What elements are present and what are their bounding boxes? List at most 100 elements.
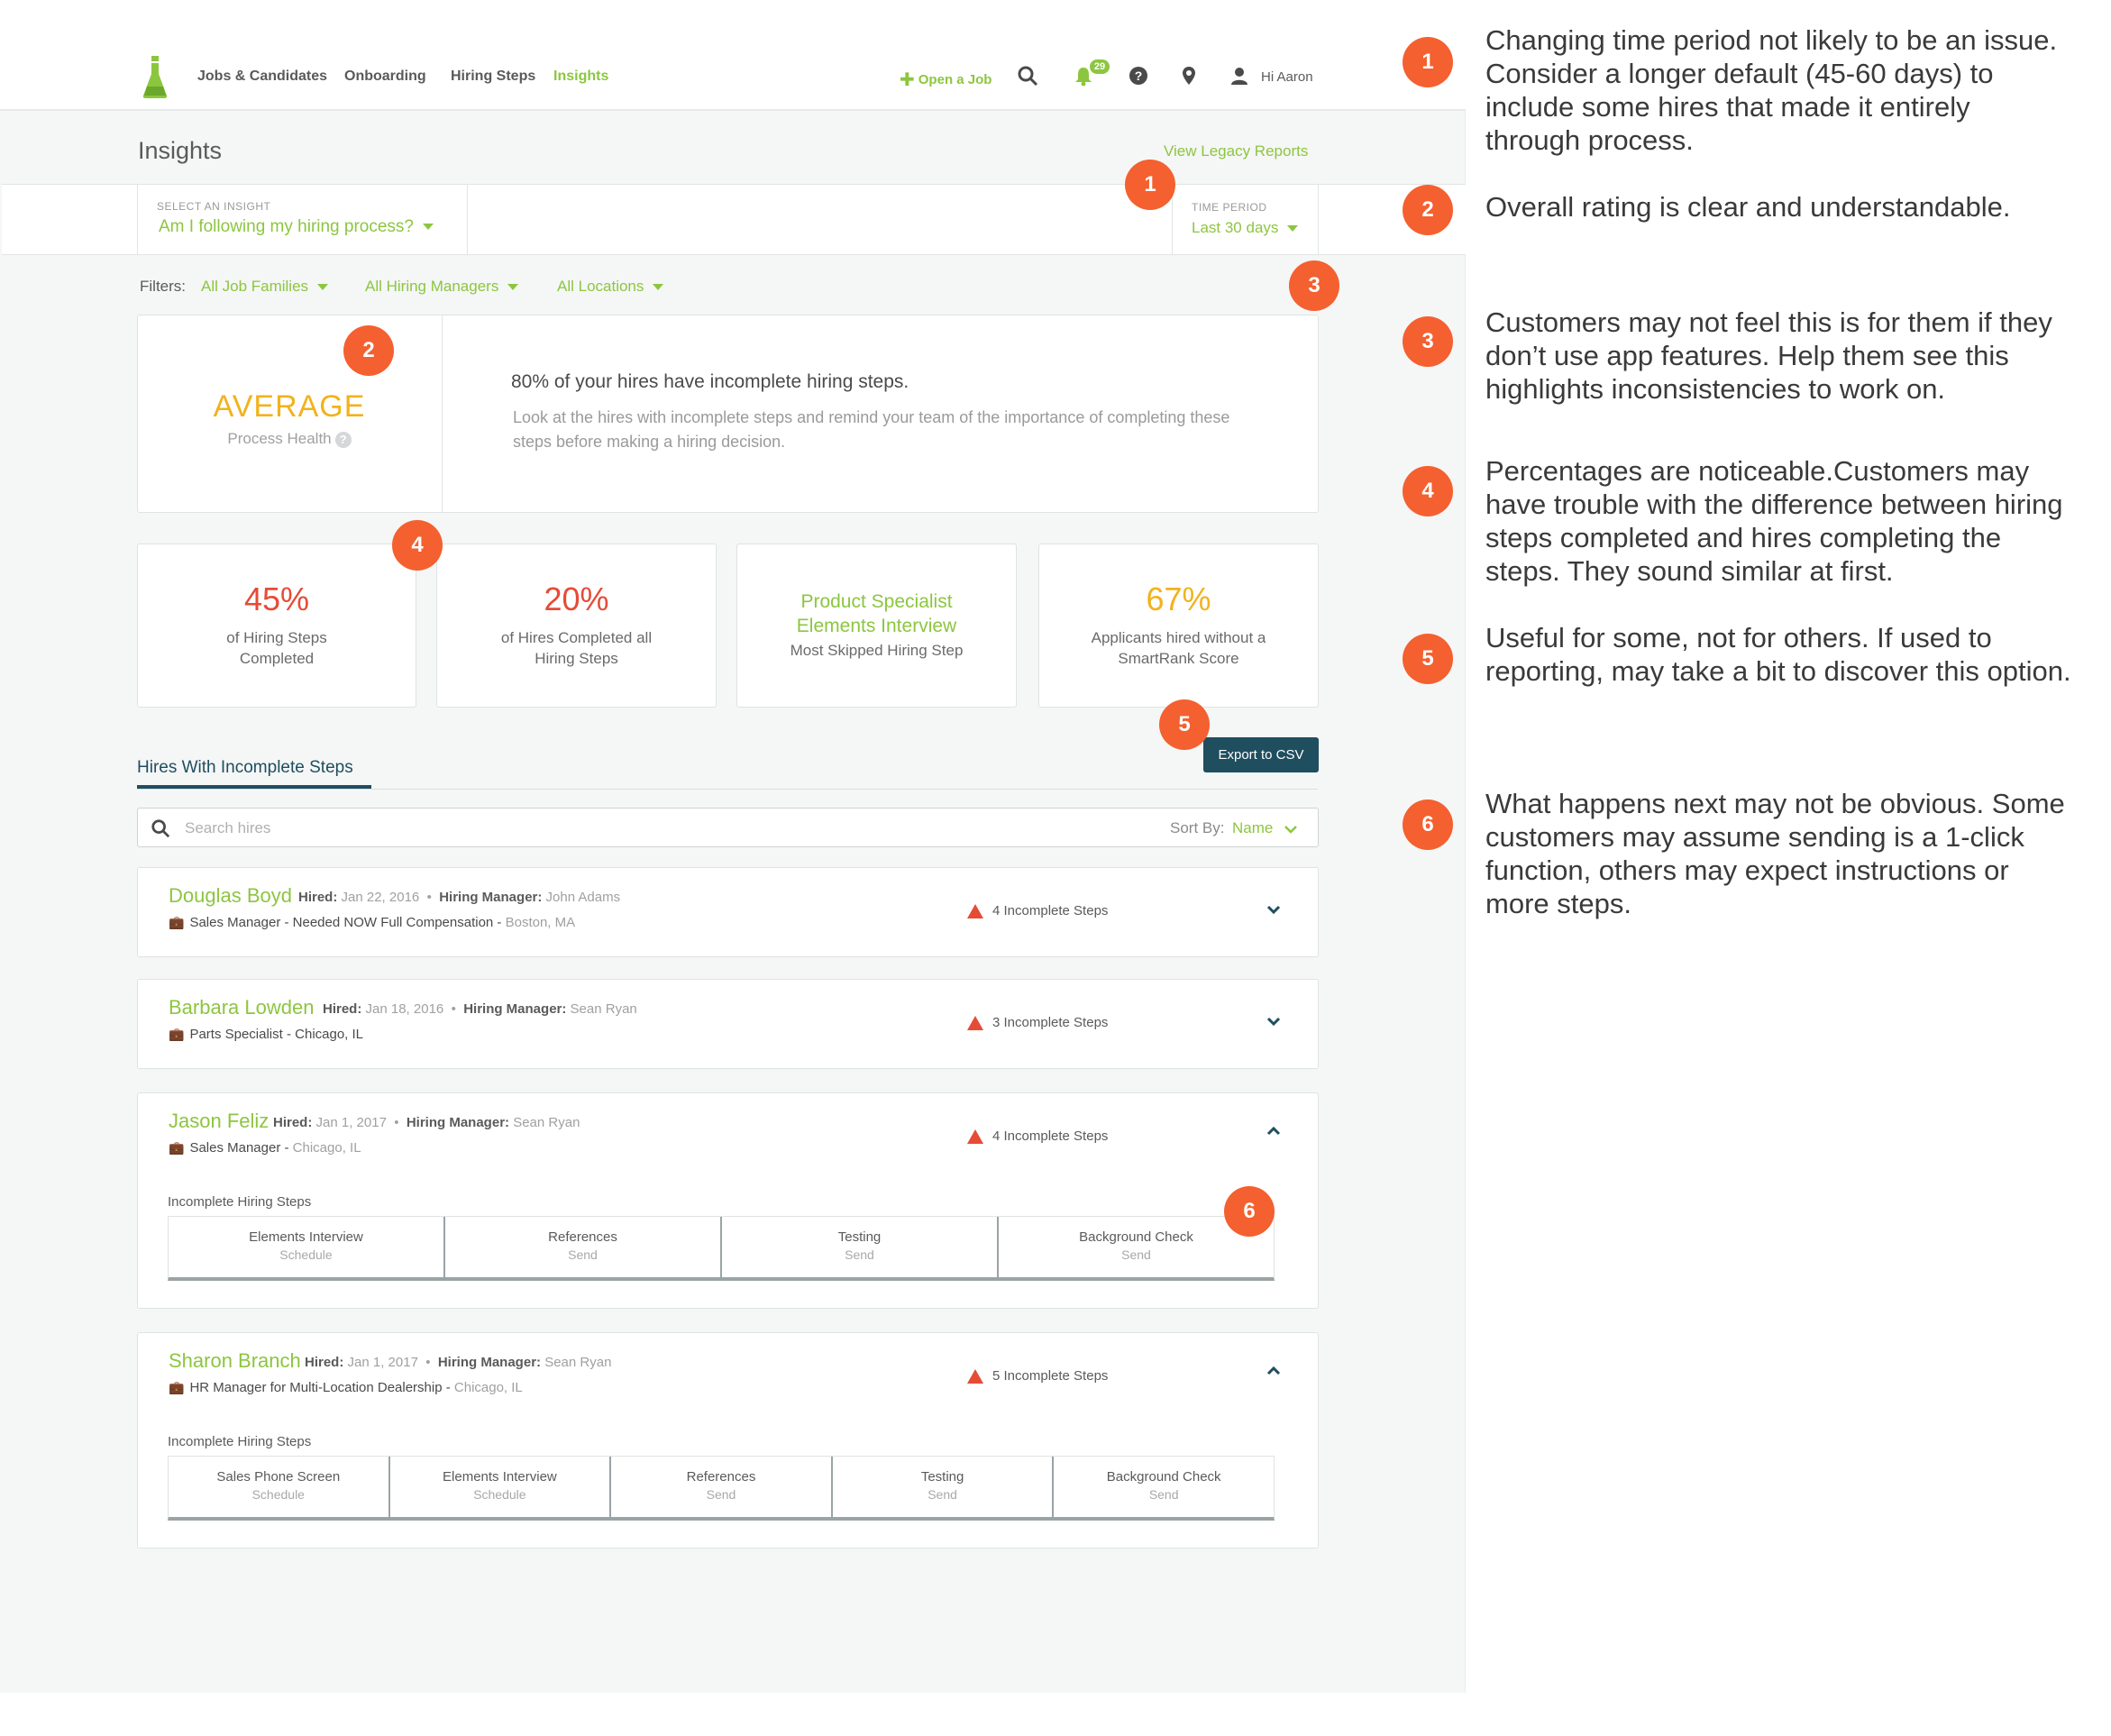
sort-by-label: Sort By: xyxy=(1170,819,1225,836)
step-action[interactable]: Send xyxy=(999,1247,1274,1262)
warning-icon xyxy=(967,1369,983,1384)
search-icon xyxy=(151,819,170,838)
insight-select-value: Am I following my hiring process? xyxy=(159,217,414,236)
note-4: Percentages are noticeable.Customers may… xyxy=(1485,455,2063,587)
health-headline: 80% of your hires have incomplete hiring… xyxy=(511,371,909,392)
incomplete-count-text: 4 Incomplete Steps xyxy=(992,1128,1109,1144)
incomplete-count-text: 5 Incomplete Steps xyxy=(992,1368,1109,1384)
hire-row-expanded[interactable]: Jason Feliz Hired: Jan 1, 2017 • Hiring … xyxy=(137,1092,1319,1309)
hire-name[interactable]: Sharon Branch xyxy=(169,1349,301,1373)
bar-divider xyxy=(1318,185,1319,254)
step-sales-phone-screen[interactable]: Sales Phone Screen Schedule xyxy=(169,1457,390,1517)
location-pin-icon[interactable] xyxy=(1178,65,1200,87)
briefcase-icon: 💼 xyxy=(169,1027,185,1041)
filter-hiring-managers[interactable]: All Hiring Managers xyxy=(365,278,519,296)
nav-insights[interactable]: Insights xyxy=(553,69,608,85)
hire-job: 💼 Parts Specialist - Chicago, IL xyxy=(169,1027,363,1042)
filter-locations[interactable]: All Locations xyxy=(557,278,664,296)
nav-hiring-steps[interactable]: Hiring Steps xyxy=(451,69,535,85)
hire-job: 💼 Sales Manager - Chicago, IL xyxy=(169,1140,361,1156)
step-action[interactable]: Send xyxy=(611,1487,831,1502)
step-action[interactable]: Send xyxy=(722,1247,997,1262)
hire-name[interactable]: Barbara Lowden xyxy=(169,996,314,1019)
manager-name: Sean Ryan xyxy=(544,1355,612,1370)
manager-label: Hiring Manager: xyxy=(437,1355,542,1370)
hired-date: Jan 22, 2016 xyxy=(341,890,420,905)
hire-row[interactable]: Barbara Lowden Hired: Jan 18, 2016 • Hir… xyxy=(137,979,1319,1069)
user-icon[interactable] xyxy=(1229,65,1250,87)
tab-hires-incomplete[interactable]: Hires With Incomplete Steps xyxy=(137,758,353,778)
caret-down-icon xyxy=(653,284,664,291)
hire-meta: Hired: Jan 1, 2017 • Hiring Manager: Sea… xyxy=(305,1355,612,1370)
chevron-down-icon[interactable] xyxy=(1266,1014,1281,1028)
step-action[interactable]: Schedule xyxy=(169,1247,443,1262)
select-insight-label: SELECT AN INSIGHT xyxy=(157,200,271,213)
filter-hiring-managers-label: All Hiring Managers xyxy=(365,278,499,295)
nav-jobs-candidates[interactable]: Jobs & Candidates xyxy=(197,69,327,85)
annotation-marker-3: 3 xyxy=(1289,260,1339,311)
search-icon[interactable] xyxy=(1017,65,1038,87)
job-title: Sales Manager - Needed NOW Full Compensa… xyxy=(189,915,506,930)
hired-date: Jan 18, 2016 xyxy=(365,1001,444,1017)
flask-logo-icon[interactable] xyxy=(142,56,168,99)
job-location: Chicago, IL xyxy=(453,1380,523,1395)
process-health-label-text: Process Health xyxy=(227,430,332,447)
note-number-1: 1 xyxy=(1403,37,1453,87)
annotation-marker-6: 6 xyxy=(1224,1186,1275,1237)
step-elements-interview[interactable]: Elements Interview Schedule xyxy=(169,1217,445,1277)
health-description: Look at the hires with incomplete steps … xyxy=(513,408,1230,451)
step-references[interactable]: References Send xyxy=(445,1217,722,1277)
export-csv-button[interactable]: Export to CSV xyxy=(1203,737,1319,772)
hire-name[interactable]: Douglas Boyd xyxy=(169,884,292,908)
sort-select-value: Name xyxy=(1232,819,1274,836)
tab-divider xyxy=(137,789,1318,790)
warning-icon xyxy=(967,1016,983,1031)
search-input[interactable]: Search hires xyxy=(185,819,270,837)
warning-icon xyxy=(967,1129,983,1145)
hire-row-expanded[interactable]: Sharon Branch Hired: Jan 1, 2017 • Hirin… xyxy=(137,1332,1319,1549)
hire-row[interactable]: Douglas Boyd Hired: Jan 22, 2016 • Hirin… xyxy=(137,867,1319,957)
nav-onboarding[interactable]: Onboarding xyxy=(344,69,426,85)
stat-label: of Hiring Steps Completed xyxy=(226,629,327,667)
stat-card-hires-completed: 20% of Hires Completed all Hiring Steps xyxy=(436,544,717,708)
step-testing[interactable]: Testing Send xyxy=(833,1457,1055,1517)
chevron-up-icon[interactable] xyxy=(1266,1364,1281,1378)
time-period-select[interactable]: Last 30 days xyxy=(1192,219,1299,237)
step-action[interactable]: Send xyxy=(1054,1487,1274,1502)
step-elements-interview[interactable]: Elements Interview Schedule xyxy=(390,1457,612,1517)
manager-name: Sean Ryan xyxy=(513,1115,580,1130)
sort-select[interactable]: Name xyxy=(1232,819,1297,837)
note-number-2: 2 xyxy=(1403,185,1453,235)
hired-label: Hired: xyxy=(273,1115,313,1130)
briefcase-icon: 💼 xyxy=(169,1380,185,1394)
step-action[interactable]: Send xyxy=(445,1247,720,1262)
incomplete-count: 5 Incomplete Steps xyxy=(967,1368,1108,1384)
open-job-button[interactable]: ✚ Open a Job xyxy=(900,69,992,91)
note-3: Customers may not feel this is for them … xyxy=(1485,306,2052,405)
filter-job-families[interactable]: All Job Families xyxy=(201,278,329,296)
hire-name[interactable]: Jason Feliz xyxy=(169,1110,269,1133)
help-icon[interactable]: ? xyxy=(1128,65,1149,87)
user-greeting[interactable]: Hi Aaron xyxy=(1261,69,1313,85)
step-references[interactable]: References Send xyxy=(611,1457,833,1517)
chevron-up-icon[interactable] xyxy=(1266,1124,1281,1138)
help-icon[interactable]: ? xyxy=(334,431,352,448)
step-action[interactable]: Schedule xyxy=(390,1487,610,1502)
view-legacy-reports-link[interactable]: View Legacy Reports xyxy=(1164,142,1308,160)
step-action[interactable]: Schedule xyxy=(169,1487,388,1502)
insight-select[interactable]: Am I following my hiring process? xyxy=(159,217,434,237)
note-2: Overall rating is clear and understandab… xyxy=(1485,191,2011,223)
filter-job-families-label: All Job Families xyxy=(201,278,309,295)
filters-label: Filters: xyxy=(140,278,186,295)
incomplete-count-text: 3 Incomplete Steps xyxy=(992,1015,1109,1030)
step-action[interactable]: Send xyxy=(833,1487,1053,1502)
warning-icon xyxy=(967,904,983,919)
open-job-label: Open a Job xyxy=(918,72,992,87)
step-testing[interactable]: Testing Send xyxy=(722,1217,999,1277)
caret-down-icon xyxy=(317,284,329,291)
chevron-down-icon[interactable] xyxy=(1266,902,1281,917)
steps-row: Elements Interview Schedule References Sen… xyxy=(168,1216,1275,1281)
step-name: References xyxy=(686,1469,756,1485)
stat-card-steps-completed: 45% of Hiring Steps Completed xyxy=(137,544,416,708)
step-background-check[interactable]: Background Check Send xyxy=(1054,1457,1274,1517)
